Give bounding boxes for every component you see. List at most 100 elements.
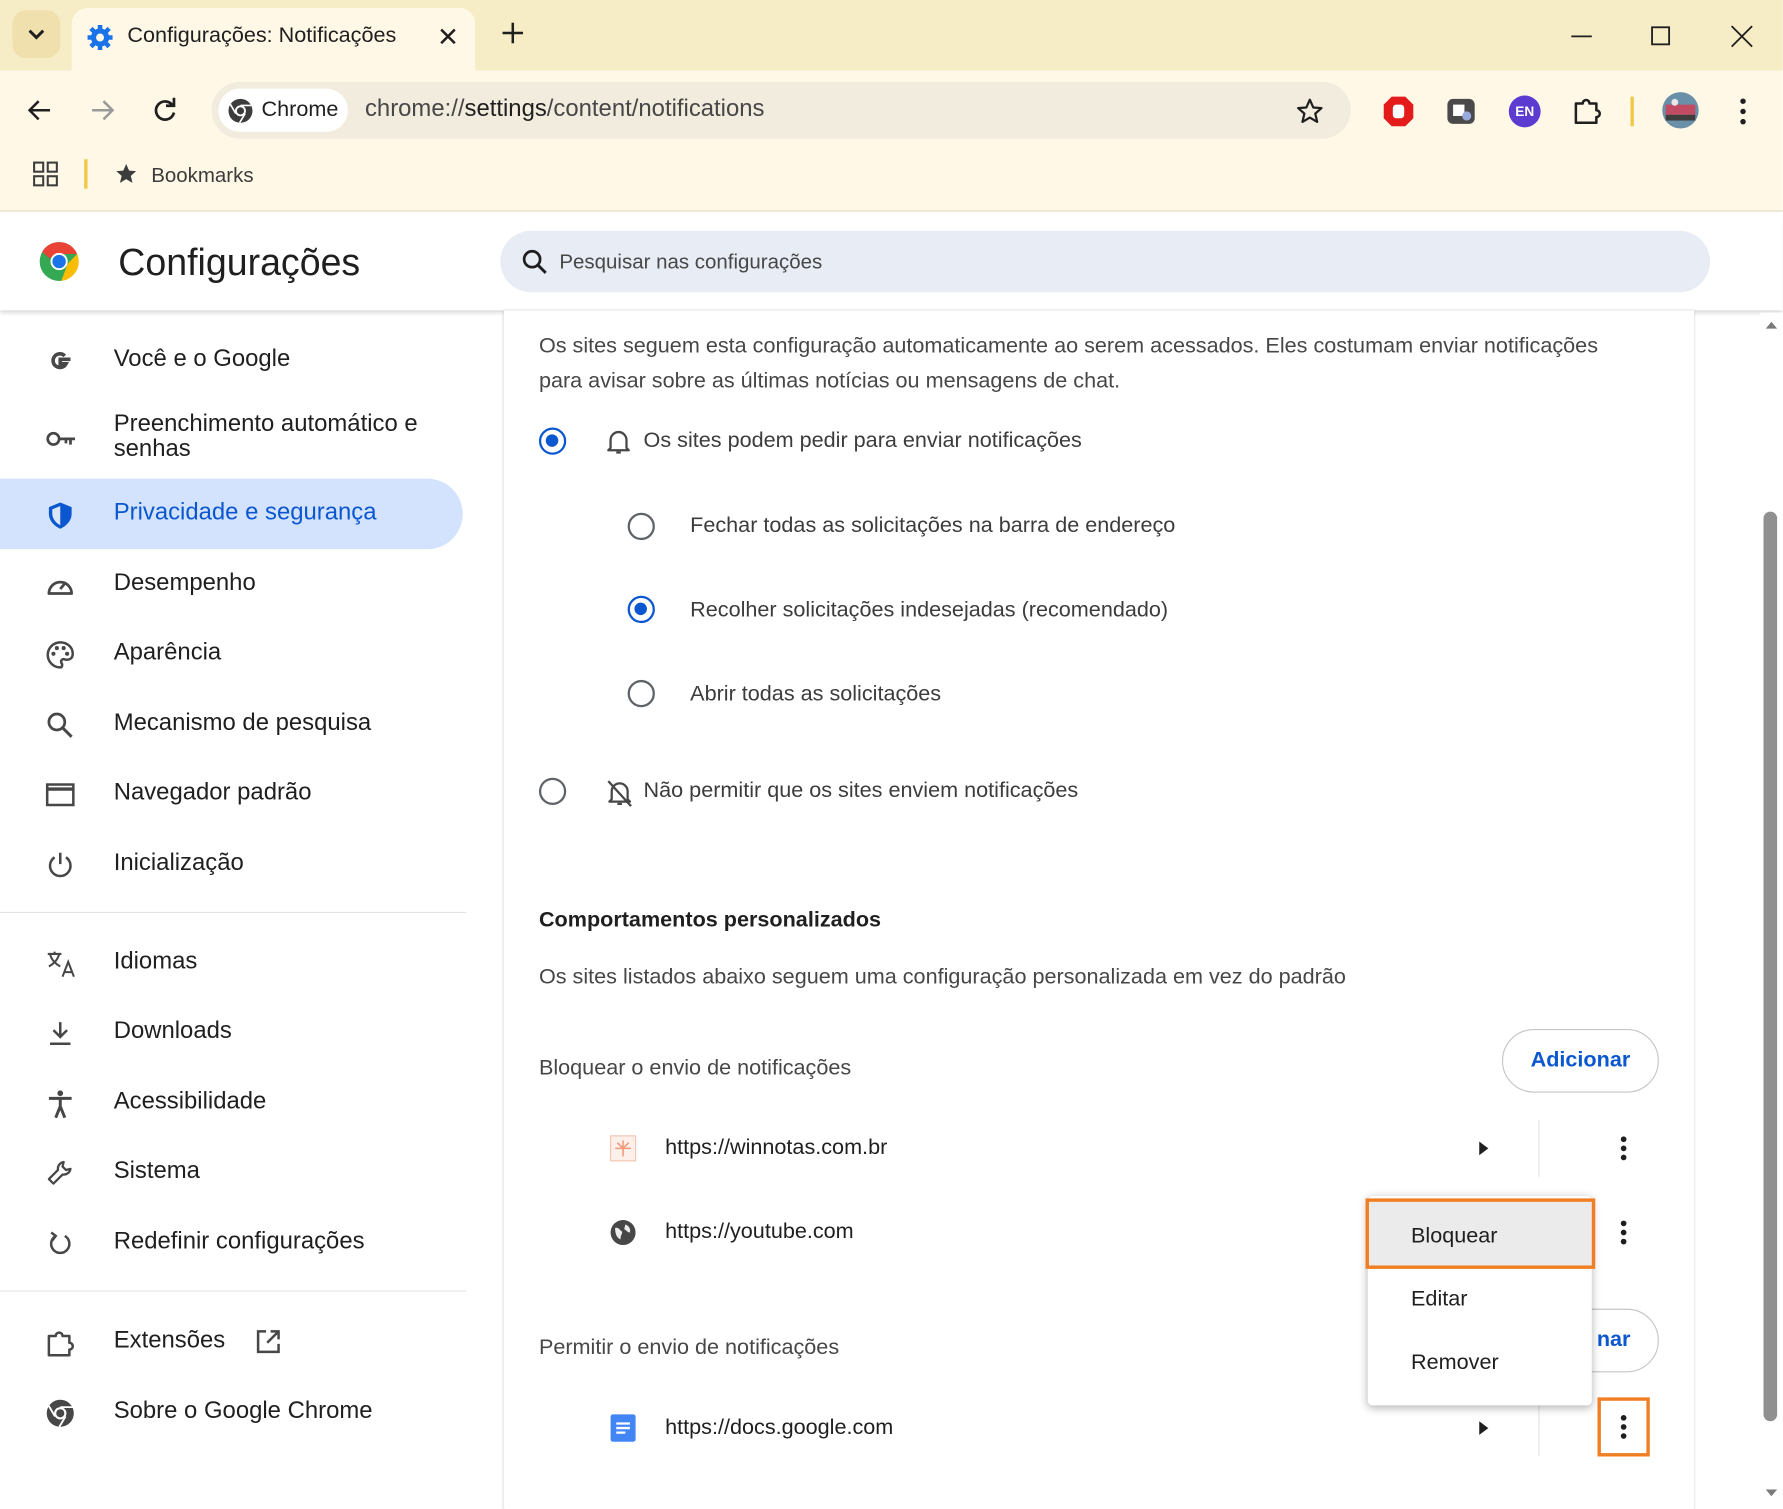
- puzzle-icon: [45, 1328, 75, 1358]
- sidebar-item-idiomas[interactable]: Idiomas: [0, 928, 463, 998]
- more-actions-kebab-icon[interactable]: [1612, 1219, 1635, 1249]
- close-window-button[interactable]: [1728, 20, 1755, 50]
- tab-search-button[interactable]: [12, 10, 61, 58]
- scrollbar-thumb[interactable]: [1763, 511, 1778, 1422]
- maximize-button[interactable]: [1649, 20, 1674, 50]
- sidebar-item-label: Mecanismo de pesquisa: [113, 709, 372, 736]
- plus-icon: [498, 18, 528, 48]
- adblock-extension-icon[interactable]: [1381, 94, 1415, 128]
- profile-avatar[interactable]: [1661, 91, 1700, 130]
- speedometer-icon: [45, 571, 75, 601]
- extensions-puzzle-icon[interactable]: [1571, 94, 1603, 126]
- sidebar-item-label: Sobre o Google Chrome: [113, 1397, 373, 1424]
- search-placeholder: Pesquisar nas configurações: [559, 250, 823, 273]
- sub-option-open-label[interactable]: Abrir todas as solicitações: [690, 682, 941, 707]
- chip-label: Chrome: [261, 97, 339, 122]
- bookmark-star-icon[interactable]: [1295, 97, 1325, 127]
- menu-item-bloquear[interactable]: Bloquear: [1365, 1198, 1596, 1269]
- bookmarks-bar: [0, 150, 1783, 212]
- chrome-menu-button[interactable]: [1731, 96, 1756, 128]
- more-actions-kebab-icon: [1612, 1413, 1635, 1443]
- sub-option-collapse-label[interactable]: Recolher solicitações indesejadas (recom…: [690, 598, 1168, 623]
- blocked-site-url: https://winnotas.com.br: [665, 1135, 888, 1160]
- more-actions-highlight[interactable]: [1597, 1397, 1650, 1457]
- menu-item-label: Bloquear: [1411, 1224, 1498, 1249]
- forward-button[interactable]: [88, 96, 118, 126]
- site-info-chip[interactable]: Chrome: [218, 88, 348, 132]
- allowed-site-url: https://docs.google.com: [665, 1415, 894, 1440]
- sidebar-item-downloads[interactable]: Downloads: [0, 997, 463, 1067]
- sidebar-item-navegador-padrao[interactable]: Navegador padrão: [0, 758, 463, 828]
- sidebar-item-privacidade[interactable]: Privacidade e segurança: [0, 478, 463, 550]
- sidebar-item-preenchimento[interactable]: Preenchimento automático e senhas: [0, 400, 463, 482]
- option-block-label[interactable]: Não permitir que os sites enviem notific…: [644, 779, 1079, 804]
- sidebar-item-label: Downloads: [113, 1017, 232, 1044]
- sidebar-item-label: Acessibilidade: [113, 1088, 267, 1115]
- sidebar-item-mecanismo[interactable]: Mecanismo de pesquisa: [0, 689, 463, 759]
- sidebar-item-acessibilidade[interactable]: Acessibilidade: [0, 1068, 463, 1138]
- more-actions-kebab-icon[interactable]: [1612, 1135, 1635, 1165]
- radio-open-all[interactable]: [627, 679, 655, 708]
- sidebar-item-label: Inicialização: [113, 849, 244, 876]
- external-link-icon: [255, 1328, 282, 1355]
- radio-close-all[interactable]: [627, 512, 655, 541]
- add-block-button[interactable]: Adicionar: [1501, 1028, 1659, 1093]
- custom-behaviors-description: Os sites listados abaixo seguem uma conf…: [538, 965, 1346, 990]
- sidebar-item-sistema[interactable]: Sistema: [0, 1137, 463, 1207]
- back-button[interactable]: [25, 96, 55, 126]
- sidebar-item-label: Você e o Google: [113, 345, 291, 372]
- scroll-down-arrow-icon[interactable]: [1763, 1487, 1779, 1498]
- accessibility-icon: [45, 1089, 75, 1119]
- gear-icon: [86, 24, 113, 51]
- sidebar-item-voce-e-o-google[interactable]: Você e o Google: [0, 325, 463, 395]
- close-tab-icon[interactable]: [435, 24, 460, 49]
- intro-text-line2: para avisar sobre as últimas notícias ou…: [538, 369, 1121, 394]
- apps-grid-icon[interactable]: [32, 160, 59, 187]
- new-tab-button[interactable]: [498, 18, 528, 48]
- screenshot-extension-icon[interactable]: [1445, 96, 1477, 128]
- chrome-logo-icon: [227, 98, 253, 124]
- sidebar-item-desempenho[interactable]: Desempenho: [0, 549, 463, 619]
- key-icon: [45, 428, 77, 451]
- shield-icon: [45, 500, 75, 530]
- download-icon: [45, 1019, 75, 1049]
- radio-block[interactable]: [538, 777, 567, 805]
- caret-right-icon[interactable]: [1477, 1139, 1491, 1157]
- sidebar-item-sobre[interactable]: Sobre o Google Chrome: [0, 1377, 463, 1447]
- caret-right-icon[interactable]: [1477, 1419, 1491, 1437]
- sidebar-item-label: Aparência: [113, 638, 222, 666]
- sidebar-item-redefinir[interactable]: Redefinir configurações: [0, 1207, 463, 1277]
- option-allow-ask-label[interactable]: Os sites podem pedir para enviar notific…: [644, 429, 1082, 454]
- bell-off-icon: [606, 779, 633, 809]
- radio-allow-ask[interactable]: [538, 427, 567, 455]
- bookmarks-divider: [84, 159, 88, 189]
- bell-icon: [606, 429, 631, 456]
- language-extension-icon[interactable]: EN: [1508, 95, 1541, 128]
- menu-item-remover[interactable]: Remover: [1368, 1330, 1592, 1394]
- reload-button[interactable]: [150, 96, 180, 126]
- sidebar-item-label: Sistema: [113, 1157, 200, 1184]
- scroll-up-arrow-icon[interactable]: [1763, 319, 1779, 330]
- google-icon: [45, 347, 75, 377]
- allow-section-title: Permitir o envio de notificações: [538, 1335, 840, 1360]
- sidebar-item-aparencia[interactable]: Aparência: [0, 619, 463, 689]
- chrome-icon: [45, 1399, 75, 1429]
- star-filled-icon: [114, 161, 139, 186]
- sub-option-close-label[interactable]: Fechar todas as solicitações na barra de…: [690, 514, 1175, 539]
- wrench-icon: [45, 1159, 75, 1189]
- sidebar-item-inicializacao[interactable]: Inicialização: [0, 829, 463, 899]
- radio-collapse-unwanted[interactable]: [627, 595, 655, 624]
- search-icon: [45, 711, 75, 741]
- tab-settings-notifications[interactable]: Configurações: Notificações: [71, 7, 476, 71]
- sidebar-item-label: Redefinir configurações: [113, 1227, 365, 1255]
- page-title: Configurações: [118, 241, 361, 284]
- bookmarks-folder[interactable]: Bookmarks: [151, 164, 253, 188]
- power-icon: [45, 850, 75, 880]
- url-text[interactable]: chrome://settings/content/notifications: [365, 96, 764, 123]
- sidebar-item-label: Idiomas: [113, 948, 198, 975]
- menu-item-editar[interactable]: Editar: [1368, 1267, 1592, 1331]
- minimize-button[interactable]: [1569, 20, 1594, 50]
- sidebar-item-extensoes[interactable]: Extensões: [0, 1306, 463, 1376]
- site-favicon-icon: [609, 1135, 637, 1162]
- tab-title: Configurações: Notificações: [127, 23, 397, 48]
